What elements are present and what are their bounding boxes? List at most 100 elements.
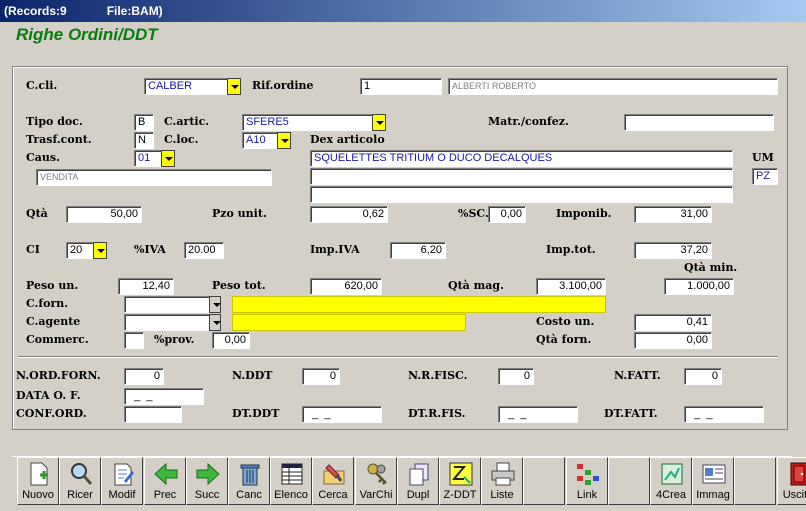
tipo-doc-field[interactable]: B [134, 114, 154, 131]
qta-forn-field[interactable]: 0,00 [634, 332, 712, 349]
peso-tot-field[interactable]: 620,00 [310, 278, 382, 295]
pzo-unit-label: Pzo unit. [212, 207, 267, 220]
dt-fatt-field[interactable]: _ _ [684, 406, 764, 423]
ci-field[interactable]: 20 [66, 242, 94, 259]
toolbar-nuovo-button[interactable]: Nuovo [17, 457, 59, 505]
ccli-label: C.cli. [26, 79, 58, 92]
n-fatt-field[interactable]: 0 [684, 368, 722, 385]
toolbar-button-label: Elenco [274, 489, 308, 501]
toolbar-empty-12-button[interactable] [523, 457, 565, 505]
dex-articolo-line-1[interactable]: SQUELETTES TRITIUM O DUCO DECALQUES [310, 150, 733, 167]
title-bar: (Records:9 File:BAM) [0, 0, 806, 22]
toolbar-canc-button[interactable]: Canc [228, 457, 270, 505]
um-field[interactable]: PZ [752, 168, 778, 185]
magnifier-icon [68, 461, 94, 487]
um-label: UM [752, 151, 774, 164]
toolbar-4crea-button[interactable]: 4Crea [650, 457, 692, 505]
new-document-icon [26, 461, 52, 487]
sc-label: %SC. [458, 207, 489, 220]
rif-ordine-field[interactable]: 1 [360, 78, 442, 95]
keys-icon [364, 461, 390, 487]
n-ddt-field[interactable]: 0 [302, 368, 340, 385]
caus-field[interactable]: 01 [134, 150, 162, 167]
dt-r-fis-label: DT.R.FIS. [408, 407, 466, 420]
c-artic-dropdown-button[interactable] [372, 114, 386, 131]
toolbar-uscita-button[interactable]: Uscita [777, 457, 806, 505]
c-agente-dropdown-button[interactable] [209, 314, 221, 331]
ccli-dropdown-button[interactable] [227, 78, 241, 95]
toolbar-z-ddt-button[interactable]: Z-DDT [439, 457, 481, 505]
imp-iva-label: Imp.IVA [310, 243, 360, 256]
qta-min-field[interactable]: 1.000,00 [664, 278, 734, 295]
trash-icon [237, 461, 263, 487]
matr-confez-field[interactable] [624, 114, 774, 131]
toolbar-varchi-button[interactable]: VarChi [355, 457, 397, 505]
conf-ord-field[interactable] [124, 406, 182, 423]
pzo-unit-field[interactable]: 0,62 [310, 206, 388, 223]
printer-icon [490, 461, 516, 487]
sc-field[interactable]: 0,00 [488, 206, 526, 223]
caus-label: Caus. [26, 151, 60, 164]
qta-mag-field[interactable]: 3.100,00 [536, 278, 606, 295]
qta-field[interactable]: 50,00 [66, 206, 142, 223]
c-forn-field[interactable] [124, 296, 210, 313]
toolbar-link-button[interactable]: Link [566, 457, 608, 505]
toolbar-button-label: Succ [194, 489, 220, 501]
toolbar-button-label: Dupl [406, 489, 430, 501]
toolbar-empty-17-button[interactable] [734, 457, 776, 505]
form-title: Righe Ordini/DDT [16, 25, 158, 44]
ccli-field[interactable]: CALBER [144, 78, 228, 95]
ci-dropdown-button[interactable] [93, 242, 107, 259]
c-forn-dropdown-button[interactable] [209, 296, 221, 313]
search-folder-icon [321, 461, 347, 487]
dt-fatt-label: DT.FATT. [604, 407, 658, 420]
create-icon [659, 461, 685, 487]
costo-un-field[interactable]: 0,41 [634, 314, 712, 331]
n-ord-forn-label: N.ORD.FORN. [16, 369, 101, 382]
caus-dropdown-button[interactable] [161, 150, 175, 167]
dt-ddt-field[interactable]: _ _ [302, 406, 382, 423]
data-o-f-field[interactable]: _ _ [124, 388, 204, 405]
toolbar-button-label: 4Crea [656, 489, 686, 501]
dex-articolo-line-2[interactable] [310, 168, 733, 185]
toolbar-button-label: VarChi [359, 489, 393, 501]
trasf-cont-field[interactable]: N [134, 132, 154, 149]
rif-ordine-label: Rif.ordine [252, 79, 314, 92]
toolbar-ricer-button[interactable]: Ricer [59, 457, 101, 505]
n-r-fisc-field[interactable]: 0 [498, 368, 534, 385]
dt-ddt-label: DT.DDT [232, 407, 280, 420]
toolbar-button-label: Uscita [782, 489, 806, 501]
toolbar-button-label: Liste [490, 489, 514, 501]
c-loc-field[interactable]: A10 [242, 132, 278, 149]
toolbar-cerca-button[interactable]: Cerca [312, 457, 354, 505]
iva-label: %IVA [134, 243, 166, 256]
n-fatt-label: N.FATT. [614, 369, 661, 382]
imponib-label: Imponib. [556, 207, 612, 220]
toolbar-empty-14-button[interactable] [608, 457, 650, 505]
commerc-field[interactable] [124, 332, 144, 349]
dt-r-fis-field[interactable]: _ _ [498, 406, 578, 423]
imp-iva-field[interactable]: 6,20 [390, 242, 446, 259]
prov-field[interactable]: 0,00 [212, 332, 250, 349]
c-agente-field[interactable] [124, 314, 210, 331]
c-artic-field[interactable]: SFERE5 [242, 114, 373, 131]
toolbar-elenco-button[interactable]: Elenco [270, 457, 312, 505]
imp-tot-field[interactable]: 37,20 [634, 242, 712, 259]
toolbar-immag-button[interactable]: Immag [692, 457, 734, 505]
toolbar-dupl-button[interactable]: Dupl [397, 457, 439, 505]
separator [18, 356, 778, 358]
dex-articolo-line-3[interactable] [310, 186, 733, 203]
toolbar-succ-button[interactable]: Succ [186, 457, 228, 505]
toolbar-liste-button[interactable]: Liste [481, 457, 523, 505]
c-artic-label: C.artic. [164, 115, 210, 128]
caus-desc-field: VENDITA [36, 169, 272, 186]
iva-field[interactable]: 20.00 [184, 242, 224, 259]
conf-ord-label: CONF.ORD. [16, 407, 87, 420]
peso-un-field[interactable]: 12,40 [118, 278, 174, 295]
n-ord-forn-field[interactable]: 0 [124, 368, 164, 385]
c-loc-dropdown-button[interactable] [277, 132, 291, 149]
toolbar-modif-button[interactable]: Modif [101, 457, 143, 505]
duplicate-icon [406, 461, 432, 487]
imponib-field[interactable]: 31,00 [634, 206, 712, 223]
toolbar-prec-button[interactable]: Prec [144, 457, 186, 505]
